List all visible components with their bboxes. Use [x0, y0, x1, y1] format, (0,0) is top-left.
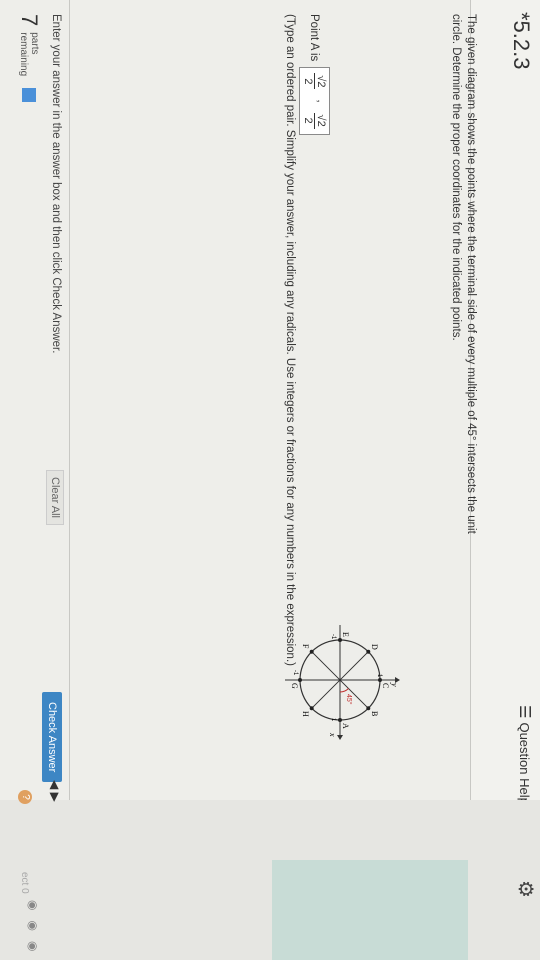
edge-text: ect 0	[19, 872, 30, 894]
y-fraction: √2 2	[302, 112, 327, 129]
navigation-arrows[interactable]: ◀ ▶	[48, 780, 62, 802]
angle-arc	[339, 688, 349, 693]
progress-indicator	[22, 88, 36, 103]
point-e	[338, 638, 342, 642]
angle-label: 45°	[345, 694, 353, 705]
footer-divider	[69, 0, 70, 800]
answer-box[interactable]: √2 2 , √2 2	[299, 67, 330, 135]
answer-hint: (Type an ordered pair. Simplify your ans…	[284, 14, 296, 666]
y-axis-label: y	[390, 682, 399, 687]
problem-number: *5.2.3	[509, 12, 534, 70]
point-a-label: Point A is	[308, 14, 321, 62]
parts-label: parts remaining	[18, 32, 40, 76]
label-f: F	[301, 644, 310, 649]
x-denominator: 2	[302, 78, 314, 85]
unit-circle-diagram: 45° A B C D E F G H x y 1 1 -1 -1	[285, 625, 400, 740]
point-h	[309, 706, 314, 711]
label-h: H	[301, 711, 310, 717]
photographed-screen: *5.2.3 ☰ Question Help ⚙ ◉◉◉ The given d…	[0, 0, 540, 960]
comma: ,	[315, 99, 327, 103]
y-numerator: √2	[314, 112, 327, 129]
label-g: G	[290, 683, 299, 689]
dock-icons: ◉◉◉	[26, 900, 40, 960]
gear-icon[interactable]: ⚙	[513, 880, 538, 898]
question-help-button[interactable]: ☰ Question Help	[516, 705, 534, 805]
label-b: B	[370, 711, 379, 716]
tick-label-x-neg1: -1	[330, 634, 336, 640]
x-fraction: √2 2	[302, 73, 327, 90]
clear-all-button[interactable]: Clear All	[46, 470, 64, 525]
help-icon[interactable]: ?	[18, 790, 32, 804]
x-axis-arrow	[337, 735, 343, 740]
tick-label-y-1: 1	[376, 674, 382, 678]
point-d	[366, 649, 371, 654]
instruction-text: Enter your answer in the answer box and …	[50, 14, 62, 354]
label-c: C	[381, 683, 390, 688]
x-numerator: √2	[314, 73, 327, 90]
tick-label-x-1: 1	[330, 718, 336, 722]
tick-label-y-neg1: -1	[292, 670, 298, 676]
point-a	[338, 718, 342, 722]
parts-count: 7	[17, 14, 42, 27]
parts-label-line-1: parts	[29, 32, 40, 55]
check-answer-button[interactable]: Check Answer	[42, 692, 62, 783]
parts-remaining: 7 parts remaining	[16, 14, 42, 103]
point-f	[309, 649, 314, 654]
list-icon: ☰	[516, 705, 533, 719]
label-e: E	[341, 632, 350, 637]
parts-label-line-2: remaining	[18, 32, 29, 77]
question-help-label: Question Help	[517, 722, 533, 805]
point-g	[298, 678, 302, 682]
x-axis-label: x	[328, 732, 337, 737]
point-b	[366, 706, 371, 711]
point-c	[378, 678, 382, 682]
problem-statement: The given diagram shows the points where…	[450, 14, 477, 534]
label-d: D	[370, 644, 379, 650]
y-denominator: 2	[302, 117, 314, 124]
answer-line: Point A is √2 2 , √2 2	[299, 14, 330, 135]
label-a: A	[341, 723, 350, 729]
side-panel-block	[272, 860, 468, 960]
